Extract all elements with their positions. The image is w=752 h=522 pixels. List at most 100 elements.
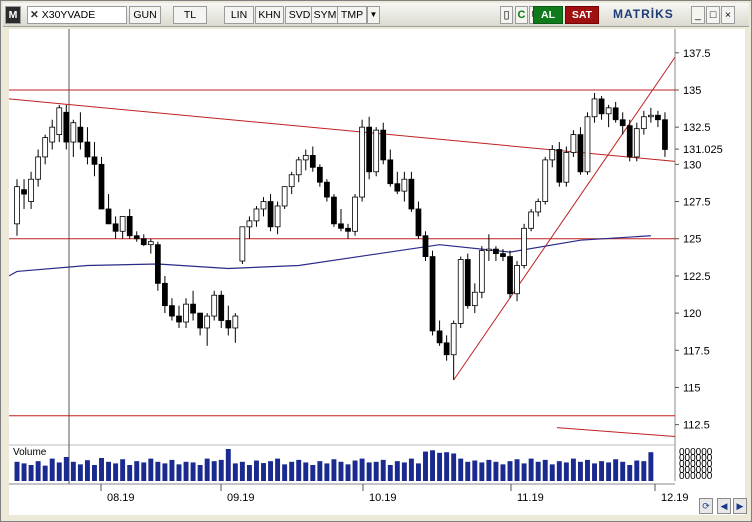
save-button[interactable]: SVD (285, 6, 314, 24)
volume-bar (77, 464, 83, 481)
template-button[interactable]: TMP (337, 6, 367, 24)
candle-body (626, 125, 633, 158)
candle-body (204, 315, 211, 329)
candle-body (633, 128, 640, 158)
volume-bar (183, 461, 189, 481)
volume-bar (613, 459, 619, 481)
price-tick-label: 131.025 (683, 144, 723, 156)
candle-body (14, 186, 20, 225)
date-tick-label: 08.19 (107, 492, 135, 504)
candle-body (176, 315, 182, 323)
candle-body (140, 238, 147, 246)
candle-body (126, 216, 133, 237)
volume-bar (458, 458, 464, 481)
candle-body (253, 208, 260, 222)
buy-button[interactable]: AL (533, 6, 563, 24)
minimize-button[interactable]: _ (691, 6, 705, 24)
volume-bar (35, 461, 41, 481)
chart-background (9, 29, 745, 515)
volume-bar (120, 459, 126, 481)
candle-body (331, 196, 337, 225)
refresh-chart-icon[interactable]: ⟳ (699, 498, 713, 514)
candle-body (556, 149, 563, 183)
candle-body (288, 174, 295, 188)
volume-bar (415, 463, 421, 481)
candle-body (655, 114, 661, 121)
volume-bar (317, 461, 323, 481)
volume-bar (338, 461, 344, 481)
close-button[interactable]: × (721, 6, 735, 24)
volume-bar (211, 461, 217, 481)
candle-body (56, 107, 63, 136)
candle-body (486, 248, 492, 252)
candle-body (183, 303, 189, 323)
volume-bar (63, 457, 69, 481)
candle-body (112, 223, 119, 232)
price-tick-label: 122.5 (683, 271, 711, 283)
volume-axis-tick: 000000 (679, 471, 713, 482)
volume-bar (162, 463, 168, 481)
volume-bar (599, 461, 605, 481)
close-x-icon[interactable]: ✕ (30, 9, 39, 21)
price-tick-label: 130 (683, 159, 701, 171)
candle-body (373, 129, 380, 173)
volume-bar (366, 462, 372, 481)
volume-bar (84, 460, 90, 481)
candle-body (324, 181, 330, 198)
period-button[interactable]: GUN (129, 6, 161, 24)
candle-body (577, 134, 584, 173)
candle-button[interactable]: KHN (255, 6, 284, 24)
volume-bar (606, 462, 612, 481)
volume-bar (444, 452, 450, 481)
currency-button[interactable]: TL (173, 6, 207, 24)
scroll-left-icon[interactable]: ◀ (717, 498, 731, 514)
candle-body (387, 159, 394, 185)
volume-bar (479, 462, 485, 481)
volume-bar (218, 459, 224, 481)
price-chart[interactable]: Volume 000000 000000 000000 000000 000000 137.… (9, 29, 745, 515)
volume-bar (549, 464, 555, 481)
sell-button[interactable]: SAT (565, 6, 599, 24)
volume-bar (585, 459, 590, 481)
volume-bar (176, 464, 182, 481)
volume-bar (570, 458, 576, 481)
candle-body (70, 122, 77, 143)
volume-bar (197, 465, 203, 481)
volume-bar (141, 462, 147, 481)
volume-bar (28, 465, 34, 481)
page-icon[interactable]: ▯ (500, 6, 513, 24)
volume-bar (289, 461, 295, 481)
symbol-button[interactable]: SYM (311, 6, 339, 24)
chart-canvas[interactable]: Volume 000000000000000000000000000000137.… (9, 29, 745, 515)
price-tick-label: 120 (683, 308, 701, 320)
menu-letter-icon[interactable]: M (5, 6, 21, 24)
volume-bar (634, 460, 640, 481)
line-button[interactable]: LIN (224, 6, 254, 24)
candle-body (119, 216, 126, 232)
candle-body (302, 155, 309, 161)
candle-body (91, 156, 98, 165)
volume-bar (521, 463, 527, 481)
candle-body (246, 220, 253, 228)
candle-body (640, 116, 647, 130)
candle-body (225, 320, 232, 329)
volume-label: Volume (13, 447, 47, 458)
candle-body (450, 323, 457, 356)
candle-body (591, 98, 598, 118)
date-tick-label: 12.19 (661, 492, 689, 504)
symbol-text: X30YVADE (41, 9, 96, 21)
volume-bar (563, 462, 569, 481)
volume-bar (190, 462, 196, 481)
volume-bar (169, 459, 175, 481)
volume-bar (127, 465, 133, 481)
chevron-down-icon[interactable]: ▼ (367, 6, 380, 24)
candle-body (218, 294, 225, 321)
refresh-icon[interactable]: C (515, 6, 528, 24)
scroll-right-icon[interactable]: ▶ (733, 498, 747, 514)
candle-body (98, 163, 105, 210)
maximize-button[interactable]: □ (706, 6, 720, 24)
symbol-field[interactable]: ✕ X30YVADE (27, 6, 127, 24)
volume-bar (648, 452, 654, 481)
volume-bar (408, 458, 414, 481)
candle-body (401, 178, 408, 192)
